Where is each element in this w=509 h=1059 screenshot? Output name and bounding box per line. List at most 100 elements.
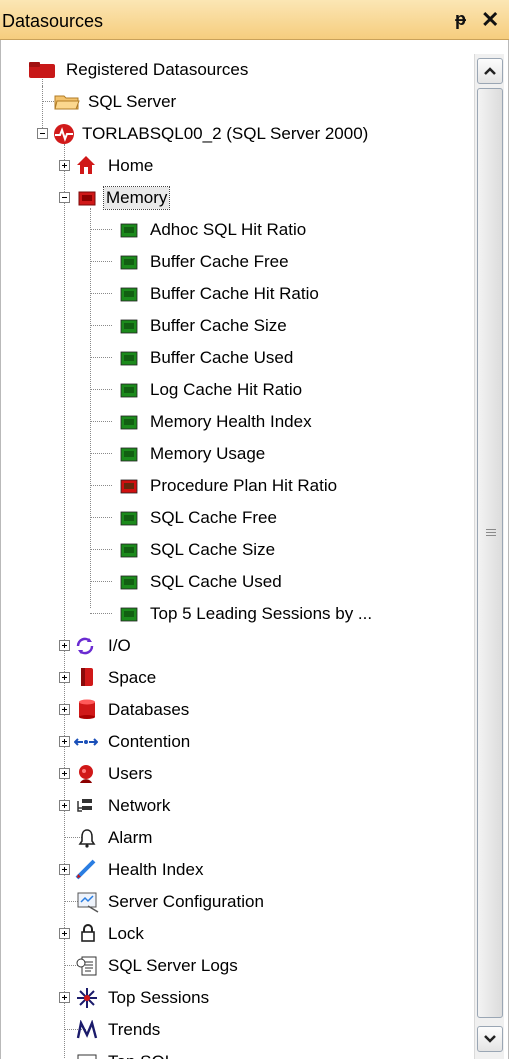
tree-item-alarm[interactable]: Alarm xyxy=(0,822,470,854)
tree-item-server[interactable]: TORLABSQL00_2 (SQL Server 2000) xyxy=(0,118,470,150)
pin-icon[interactable]: ᵽ xyxy=(455,9,466,30)
collapse-toggle[interactable] xyxy=(59,192,70,203)
tree-item-label: Alarm xyxy=(108,828,153,847)
metric-chip-icon xyxy=(120,511,138,526)
metric-chip-icon xyxy=(120,351,138,366)
user-head-icon xyxy=(79,765,93,783)
tree-item-label: Adhoc SQL Hit Ratio xyxy=(150,220,307,239)
tree-item-label: SQL Cache Free xyxy=(150,508,277,527)
server-heartbeat-icon xyxy=(54,124,74,144)
home-icon xyxy=(77,156,95,174)
tree-item-sql-server-logs[interactable]: SQL Server Logs xyxy=(0,950,470,982)
vertical-scrollbar[interactable] xyxy=(474,54,504,1059)
expand-toggle[interactable] xyxy=(59,672,70,683)
tree-item-trends[interactable]: Trends xyxy=(0,1014,470,1046)
memory-metric-item[interactable]: Buffer Cache Used xyxy=(0,342,470,374)
memory-metric-item[interactable]: Memory Usage xyxy=(0,438,470,470)
memory-metric-item[interactable]: Top 5 Leading Sessions by ... xyxy=(0,598,470,630)
metric-chip-icon xyxy=(120,287,138,302)
scroll-up-button[interactable] xyxy=(477,58,503,84)
tree-item-label: Health Index xyxy=(108,860,204,879)
collapse-toggle[interactable] xyxy=(37,128,48,139)
tree-item-users[interactable]: Users xyxy=(0,758,470,790)
tree-item-label: Space xyxy=(108,668,157,687)
scroll-down-button[interactable] xyxy=(477,1026,503,1052)
expand-toggle[interactable] xyxy=(59,640,70,651)
datasource-tree: Registered Datasources SQL Server TORLAB… xyxy=(0,54,474,1059)
tree-item-label: Memory Usage xyxy=(150,444,266,463)
metric-chip-icon xyxy=(120,479,138,494)
top-sessions-icon xyxy=(77,988,97,1008)
tree-item-label: Users xyxy=(108,764,153,783)
metric-chip-icon xyxy=(120,575,138,590)
tree-item-label: Buffer Cache Hit Ratio xyxy=(150,284,319,303)
memory-metric-item[interactable]: Buffer Cache Size xyxy=(0,310,470,342)
tree-item-label: Trends xyxy=(108,1020,161,1039)
tree-item-top-sql[interactable]: Top SQL xyxy=(0,1046,470,1059)
folder-open-icon xyxy=(54,95,80,110)
memory-metric-item[interactable]: SQL Cache Used xyxy=(0,566,470,598)
expand-toggle[interactable] xyxy=(59,736,70,747)
disk-space-icon xyxy=(81,668,93,686)
metric-chip-icon xyxy=(120,223,138,238)
memory-metric-item[interactable]: Buffer Cache Hit Ratio xyxy=(0,278,470,310)
tree-item-label: SQL Cache Size xyxy=(150,540,276,559)
tree-item-top-sessions[interactable]: Top Sessions xyxy=(0,982,470,1014)
memory-metric-item[interactable]: Procedure Plan Hit Ratio xyxy=(0,470,470,502)
memory-metric-item[interactable]: Memory Health Index xyxy=(0,406,470,438)
memory-metric-item[interactable]: SQL Cache Free xyxy=(0,502,470,534)
panel-title: Datasources xyxy=(2,11,104,31)
tree-item-io[interactable]: I/O xyxy=(0,630,470,662)
tree-item-contention[interactable]: Contention xyxy=(0,726,470,758)
network-icon xyxy=(77,799,92,812)
tree-item-memory[interactable]: Memory xyxy=(0,182,470,214)
tree-item-label: Registered Datasources xyxy=(66,60,249,79)
metric-chip-icon xyxy=(120,543,138,558)
memory-metric-item[interactable]: Adhoc SQL Hit Ratio xyxy=(0,214,470,246)
close-icon[interactable]: ✕ xyxy=(481,7,499,33)
tree-item-label: Top Sessions xyxy=(108,988,210,1007)
metric-chip-icon xyxy=(120,415,138,430)
memory-chip-icon xyxy=(78,191,96,206)
tree-item-label: Memory Health Index xyxy=(150,412,312,431)
tree-item-sql-server[interactable]: SQL Server xyxy=(0,86,470,118)
tree-item-label: SQL Server Logs xyxy=(108,956,238,975)
expand-toggle[interactable] xyxy=(59,768,70,779)
tree-item-server-configuration[interactable]: Server Configuration xyxy=(0,886,470,918)
tree-item-label: Top 5 Leading Sessions by ... xyxy=(150,604,373,623)
expand-toggle[interactable] xyxy=(59,704,70,715)
tree-item-label: SQL Server xyxy=(88,92,177,111)
tree-item-databases[interactable]: Databases xyxy=(0,694,470,726)
tree-item-label: Buffer Cache Free xyxy=(150,252,289,271)
tree-item-home[interactable]: Home xyxy=(0,150,470,182)
database-icon xyxy=(79,699,95,719)
tree-item-label: Buffer Cache Used xyxy=(150,348,294,367)
panel-titlebar: Datasources ᵽ ✕ xyxy=(0,0,509,40)
top-sql-icon xyxy=(77,1054,97,1059)
metric-chip-icon xyxy=(120,255,138,270)
tree-item-label: Server Configuration xyxy=(108,892,264,911)
tree-item-label: Network xyxy=(108,796,171,815)
memory-metric-item[interactable]: Buffer Cache Free xyxy=(0,246,470,278)
expand-toggle[interactable] xyxy=(59,864,70,875)
tree-item-space[interactable]: Space xyxy=(0,662,470,694)
tree-item-label: Log Cache Hit Ratio xyxy=(150,380,303,399)
scroll-thumb[interactable] xyxy=(477,88,503,1018)
expand-toggle[interactable] xyxy=(59,800,70,811)
tree-item-label: Contention xyxy=(108,732,191,751)
tree-item-label: Buffer Cache Size xyxy=(150,316,287,335)
metric-chip-icon xyxy=(120,319,138,334)
tree-item-network[interactable]: Network xyxy=(0,790,470,822)
tree-item-label: Procedure Plan Hit Ratio xyxy=(150,476,338,495)
tree-item-lock[interactable]: Lock xyxy=(0,918,470,950)
memory-metric-item[interactable]: Log Cache Hit Ratio xyxy=(0,374,470,406)
tree-item-label: TORLABSQL00_2 (SQL Server 2000) xyxy=(82,124,369,143)
alarm-bell-icon xyxy=(78,829,96,848)
metric-chip-icon xyxy=(120,607,138,622)
expand-toggle[interactable] xyxy=(59,928,70,939)
tree-item-health-index[interactable]: Health Index xyxy=(0,854,470,886)
tree-root[interactable]: Registered Datasources xyxy=(0,54,470,86)
expand-toggle[interactable] xyxy=(59,160,70,171)
expand-toggle[interactable] xyxy=(59,992,70,1003)
memory-metric-item[interactable]: SQL Cache Size xyxy=(0,534,470,566)
